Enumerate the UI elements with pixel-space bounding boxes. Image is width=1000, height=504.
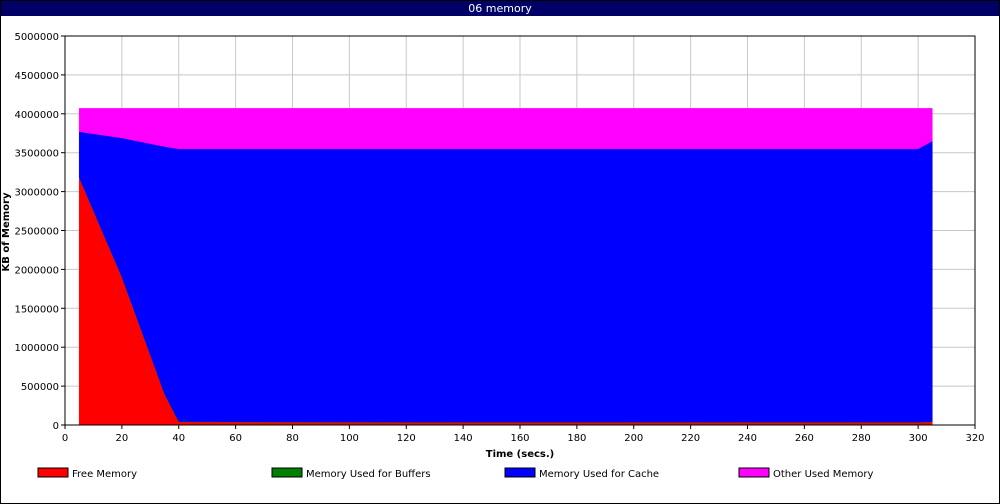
legend-label-3: Other Used Memory	[773, 469, 874, 480]
x-tick-label: 240	[738, 433, 757, 444]
x-tick-label: 120	[397, 433, 416, 444]
x-tick-label: 300	[909, 433, 928, 444]
x-tick-label: 40	[172, 433, 185, 444]
x-tick-label: 60	[229, 433, 242, 444]
x-tick-label: 200	[624, 433, 643, 444]
y-tick-label: 5000000	[14, 32, 59, 43]
series-area-2	[78, 131, 933, 423]
y-tick-label: 3000000	[14, 188, 59, 199]
x-tick-label: 160	[510, 433, 529, 444]
x-tick-label: 320	[965, 433, 984, 444]
x-axis-ticks: 0 20 40 60 80 100 120 140 160 180 200 220 240 260 280 3…	[62, 425, 985, 444]
legend-swatch-3	[738, 467, 770, 478]
memory-chart: 0 20 40 60 80 100 120 140 160 180 200 220 240 260 280 3…	[1, 32, 985, 480]
legend-label-2: Memory Used for Cache	[539, 469, 659, 480]
y-tick-label: 2000000	[14, 265, 59, 276]
y-tick-label: 3500000	[14, 149, 59, 160]
x-tick-label: 20	[116, 433, 129, 444]
x-tick-label: 180	[567, 433, 586, 444]
x-tick-label: 100	[340, 433, 359, 444]
y-tick-label: 1000000	[14, 343, 59, 354]
x-tick-label: 220	[681, 433, 700, 444]
y-tick-label: 4000000	[14, 110, 59, 121]
y-tick-label: 2500000	[14, 227, 59, 238]
x-tick-label: 0	[62, 433, 68, 444]
legend-swatch-2	[504, 467, 536, 478]
legend-label-1: Memory Used for Buffers	[306, 469, 431, 480]
series-areas	[78, 108, 933, 426]
x-axis-label: Time (secs.)	[486, 449, 555, 460]
y-axis-label: KB of Memory	[1, 192, 12, 272]
y-tick-label: 500000	[21, 382, 59, 393]
y-axis-ticks: 0 500000 1000000 1500000 2000000 2500000 30000…	[14, 32, 65, 432]
legend-label-0: Free Memory	[72, 469, 137, 480]
x-tick-label: 280	[852, 433, 871, 444]
legend: Free Memory Memory Used for Buffers Memory…	[37, 467, 874, 480]
y-tick-label: 0	[53, 421, 59, 432]
series-area-3	[78, 108, 933, 150]
legend-swatch-1	[271, 467, 303, 478]
y-tick-label: 1500000	[14, 304, 59, 315]
legend-swatch-0	[37, 467, 69, 478]
x-tick-label: 80	[286, 433, 299, 444]
x-tick-label: 140	[454, 433, 473, 444]
x-tick-label: 260	[795, 433, 814, 444]
y-tick-label: 4500000	[14, 71, 59, 82]
